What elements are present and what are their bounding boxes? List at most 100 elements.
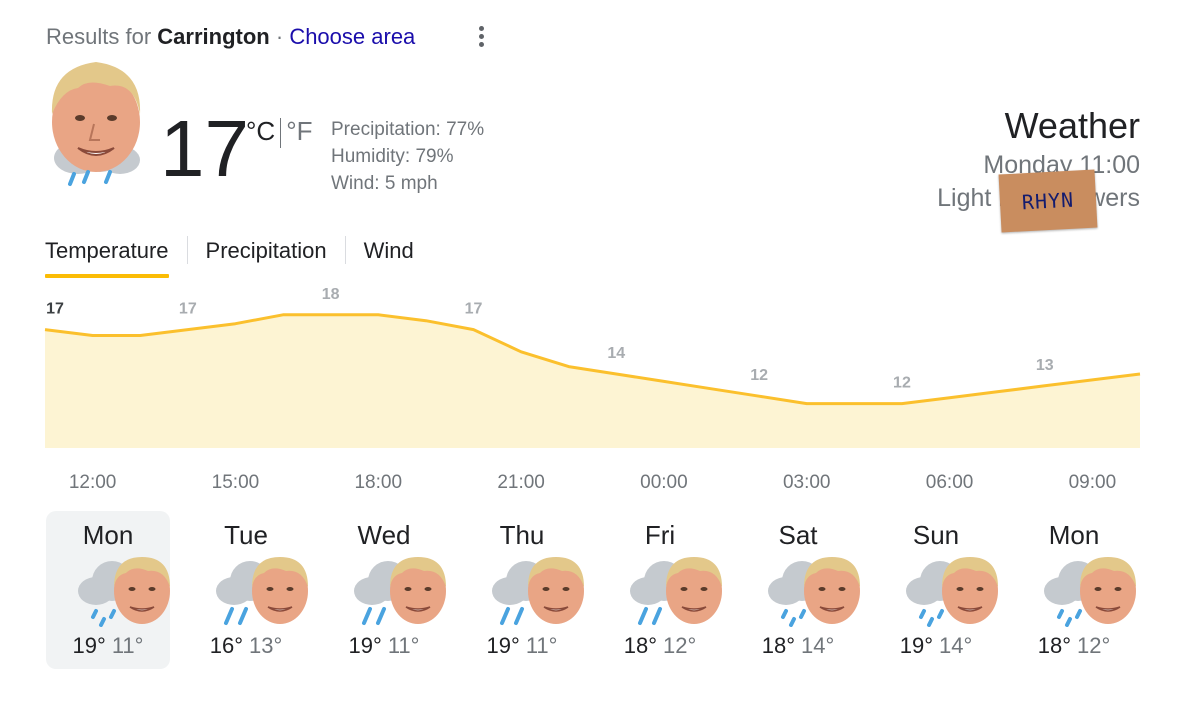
face-icon	[942, 557, 998, 624]
day-temperatures: 19° 14°	[874, 633, 998, 659]
day-card[interactable]: Fri 18° 12°	[598, 511, 722, 669]
daily-forecast: Mon 19° 11° Tue 16° 13° Wed 19° 11° Thu 19° 11° Fri 1…	[46, 511, 1150, 669]
current-weather-icon	[51, 62, 141, 186]
rain-drops-icon	[919, 609, 944, 627]
day-card[interactable]: Mon 19° 11°	[46, 511, 170, 669]
rain-showers-icon	[74, 551, 172, 627]
results-prefix: Results for	[46, 24, 152, 49]
day-card[interactable]: Wed 19° 11°	[322, 511, 446, 669]
rain-drops-icon	[91, 609, 116, 627]
chart-point-label: 13	[1036, 357, 1054, 374]
more-vert-icon[interactable]	[472, 26, 490, 50]
day-name: Tue	[224, 520, 268, 550]
low-temperature: 14°	[801, 633, 835, 658]
tab-wind[interactable]: Wind	[364, 232, 414, 278]
rain-icon	[488, 551, 586, 627]
wind-text: Wind: 5 mph	[331, 173, 438, 194]
unit-divider	[280, 118, 282, 149]
high-temperature: 18°	[761, 633, 795, 658]
day-temperatures: 16° 13°	[184, 633, 308, 659]
chart-point-label: 17	[179, 301, 197, 318]
day-temperatures: 19° 11°	[460, 633, 584, 659]
chart-area-fill	[45, 314, 1140, 448]
day-name: Sun	[912, 520, 960, 550]
chart-point-label: 12	[893, 375, 911, 392]
day-temperatures: 18° 14°	[736, 633, 860, 659]
day-card[interactable]: Thu 19° 11°	[460, 511, 584, 669]
chart-x-tick-label: 09:00	[1069, 472, 1117, 493]
tab-divider	[344, 236, 346, 264]
chart-x-tick-label: 06:00	[926, 472, 974, 493]
chart-series-line	[44, 313, 1141, 406]
tab-temperature[interactable]: Temperature	[45, 232, 169, 278]
day-card[interactable]: Sat 18° 14°	[736, 511, 860, 669]
high-temperature: 16°	[209, 633, 243, 658]
rain-drops-icon	[1057, 609, 1082, 627]
rain-showers-icon	[1040, 551, 1138, 627]
low-temperature: 12°	[1077, 633, 1111, 658]
face-icon	[390, 557, 446, 624]
low-temperature: 11°	[111, 633, 144, 658]
day-name: Sat	[778, 520, 818, 550]
unit-switch: °C °F	[246, 116, 312, 149]
chart-x-tick-label: 00:00	[640, 472, 688, 493]
high-temperature: 19°	[899, 633, 933, 658]
face-icon	[252, 557, 308, 624]
precipitation-text: Precipitation: 77%	[331, 119, 485, 140]
low-temperature: 13°	[249, 633, 283, 658]
low-temperature: 12°	[663, 633, 697, 658]
weather-details: Precipitation: 77% Humidity: 79% Wind: 5…	[331, 116, 484, 197]
tape-sticker: RHYN	[998, 169, 1098, 233]
face-icon	[1080, 557, 1136, 624]
face-icon	[666, 557, 722, 624]
rain-icon	[212, 551, 310, 627]
choose-area-link[interactable]: Choose area	[289, 24, 415, 49]
separator: ·	[275, 24, 284, 49]
day-temperatures: 19° 11°	[322, 633, 446, 659]
day-name: Mon	[1048, 520, 1100, 550]
rain-drops-icon	[638, 607, 662, 625]
location-name: Carrington	[157, 24, 270, 49]
face-icon	[528, 557, 584, 624]
day-card[interactable]: Mon 18° 12°	[1012, 511, 1136, 669]
day-temperatures: 19° 11°	[46, 633, 170, 659]
day-card[interactable]: Tue 16° 13°	[184, 511, 308, 669]
weather-title: Weather	[1004, 105, 1140, 146]
chart-tabs: Temperature Precipitation Wind	[45, 232, 414, 278]
chart-x-tick-label: 15:00	[212, 472, 260, 493]
high-temperature: 19°	[72, 633, 106, 658]
fahrenheit-toggle[interactable]: °F	[286, 116, 312, 146]
chart-point-label: 14	[607, 345, 625, 362]
day-name: Wed	[357, 520, 411, 550]
rain-drops-icon	[781, 609, 806, 627]
humidity-text: Humidity: 79%	[331, 146, 454, 167]
current-temperature: 17	[160, 104, 249, 193]
rain-icon	[626, 551, 724, 627]
results-header: Results for Carrington · Choose area	[46, 24, 415, 50]
high-temperature: 18°	[623, 633, 657, 658]
low-temperature: 11°	[387, 633, 420, 658]
chart-point-label: 17	[46, 301, 64, 318]
day-name: Fri	[644, 520, 676, 550]
rain-icon	[350, 551, 448, 627]
chart-x-tick-label: 03:00	[783, 472, 831, 493]
high-temperature: 19°	[348, 633, 382, 658]
high-temperature: 18°	[1037, 633, 1071, 658]
high-temperature: 19°	[486, 633, 520, 658]
low-temperature: 14°	[939, 633, 973, 658]
low-temperature: 11°	[525, 633, 558, 658]
day-name: Mon	[82, 520, 134, 550]
sticker-label: RHYN	[1021, 187, 1075, 215]
celsius-toggle[interactable]: °C	[246, 116, 275, 146]
chart-x-tick-label: 21:00	[497, 472, 545, 493]
rain-drops-icon	[362, 607, 386, 625]
face-icon	[804, 557, 860, 624]
day-temperatures: 18° 12°	[598, 633, 722, 659]
tab-precipitation[interactable]: Precipitation	[206, 232, 327, 278]
day-temperatures: 18° 12°	[1012, 633, 1136, 659]
chart-x-tick-label: 12:00	[69, 472, 117, 493]
face-icon	[114, 557, 170, 624]
rain-showers-icon	[902, 551, 1000, 627]
day-card[interactable]: Sun 19° 14°	[874, 511, 998, 669]
tab-divider	[186, 236, 188, 264]
